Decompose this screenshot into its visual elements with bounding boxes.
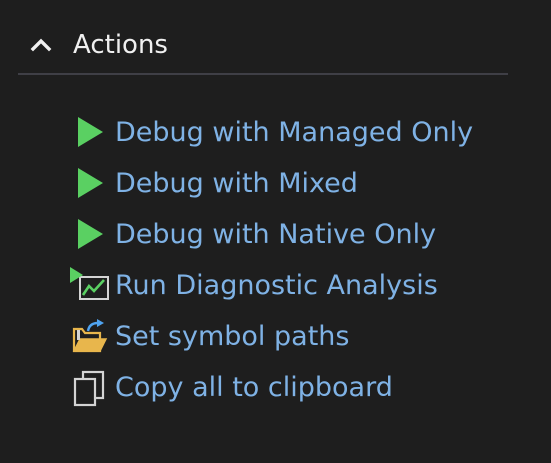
copy-all-to-clipboard-link[interactable]: Copy all to clipboard [70,366,393,410]
folder-arrow-icon [70,317,110,357]
debug-mixed-link[interactable]: Debug with Mixed [70,162,358,206]
play-icon [70,215,110,255]
play-icon [70,164,110,204]
section-title: Actions [73,30,168,60]
chevron-up-icon[interactable] [30,34,52,56]
set-symbol-paths-link[interactable]: Set symbol paths [70,315,349,359]
action-label[interactable]: Debug with Managed Only [115,117,473,149]
section-divider [18,73,508,75]
action-label[interactable]: Set symbol paths [115,321,349,353]
diagnostic-chart-icon [70,266,110,306]
actions-panel: Actions Debug with Managed Only Debug wi… [0,0,551,463]
play-icon [70,113,110,153]
action-label[interactable]: Copy all to clipboard [115,372,393,404]
copy-icon [70,368,110,408]
action-label[interactable]: Run Diagnostic Analysis [115,270,438,302]
run-diagnostic-analysis-link[interactable]: Run Diagnostic Analysis [70,264,438,308]
action-label[interactable]: Debug with Native Only [115,219,436,251]
action-label[interactable]: Debug with Mixed [115,168,358,200]
debug-native-only-link[interactable]: Debug with Native Only [70,213,436,257]
debug-managed-only-link[interactable]: Debug with Managed Only [70,111,473,155]
actions-section-header[interactable]: Actions [18,20,508,74]
